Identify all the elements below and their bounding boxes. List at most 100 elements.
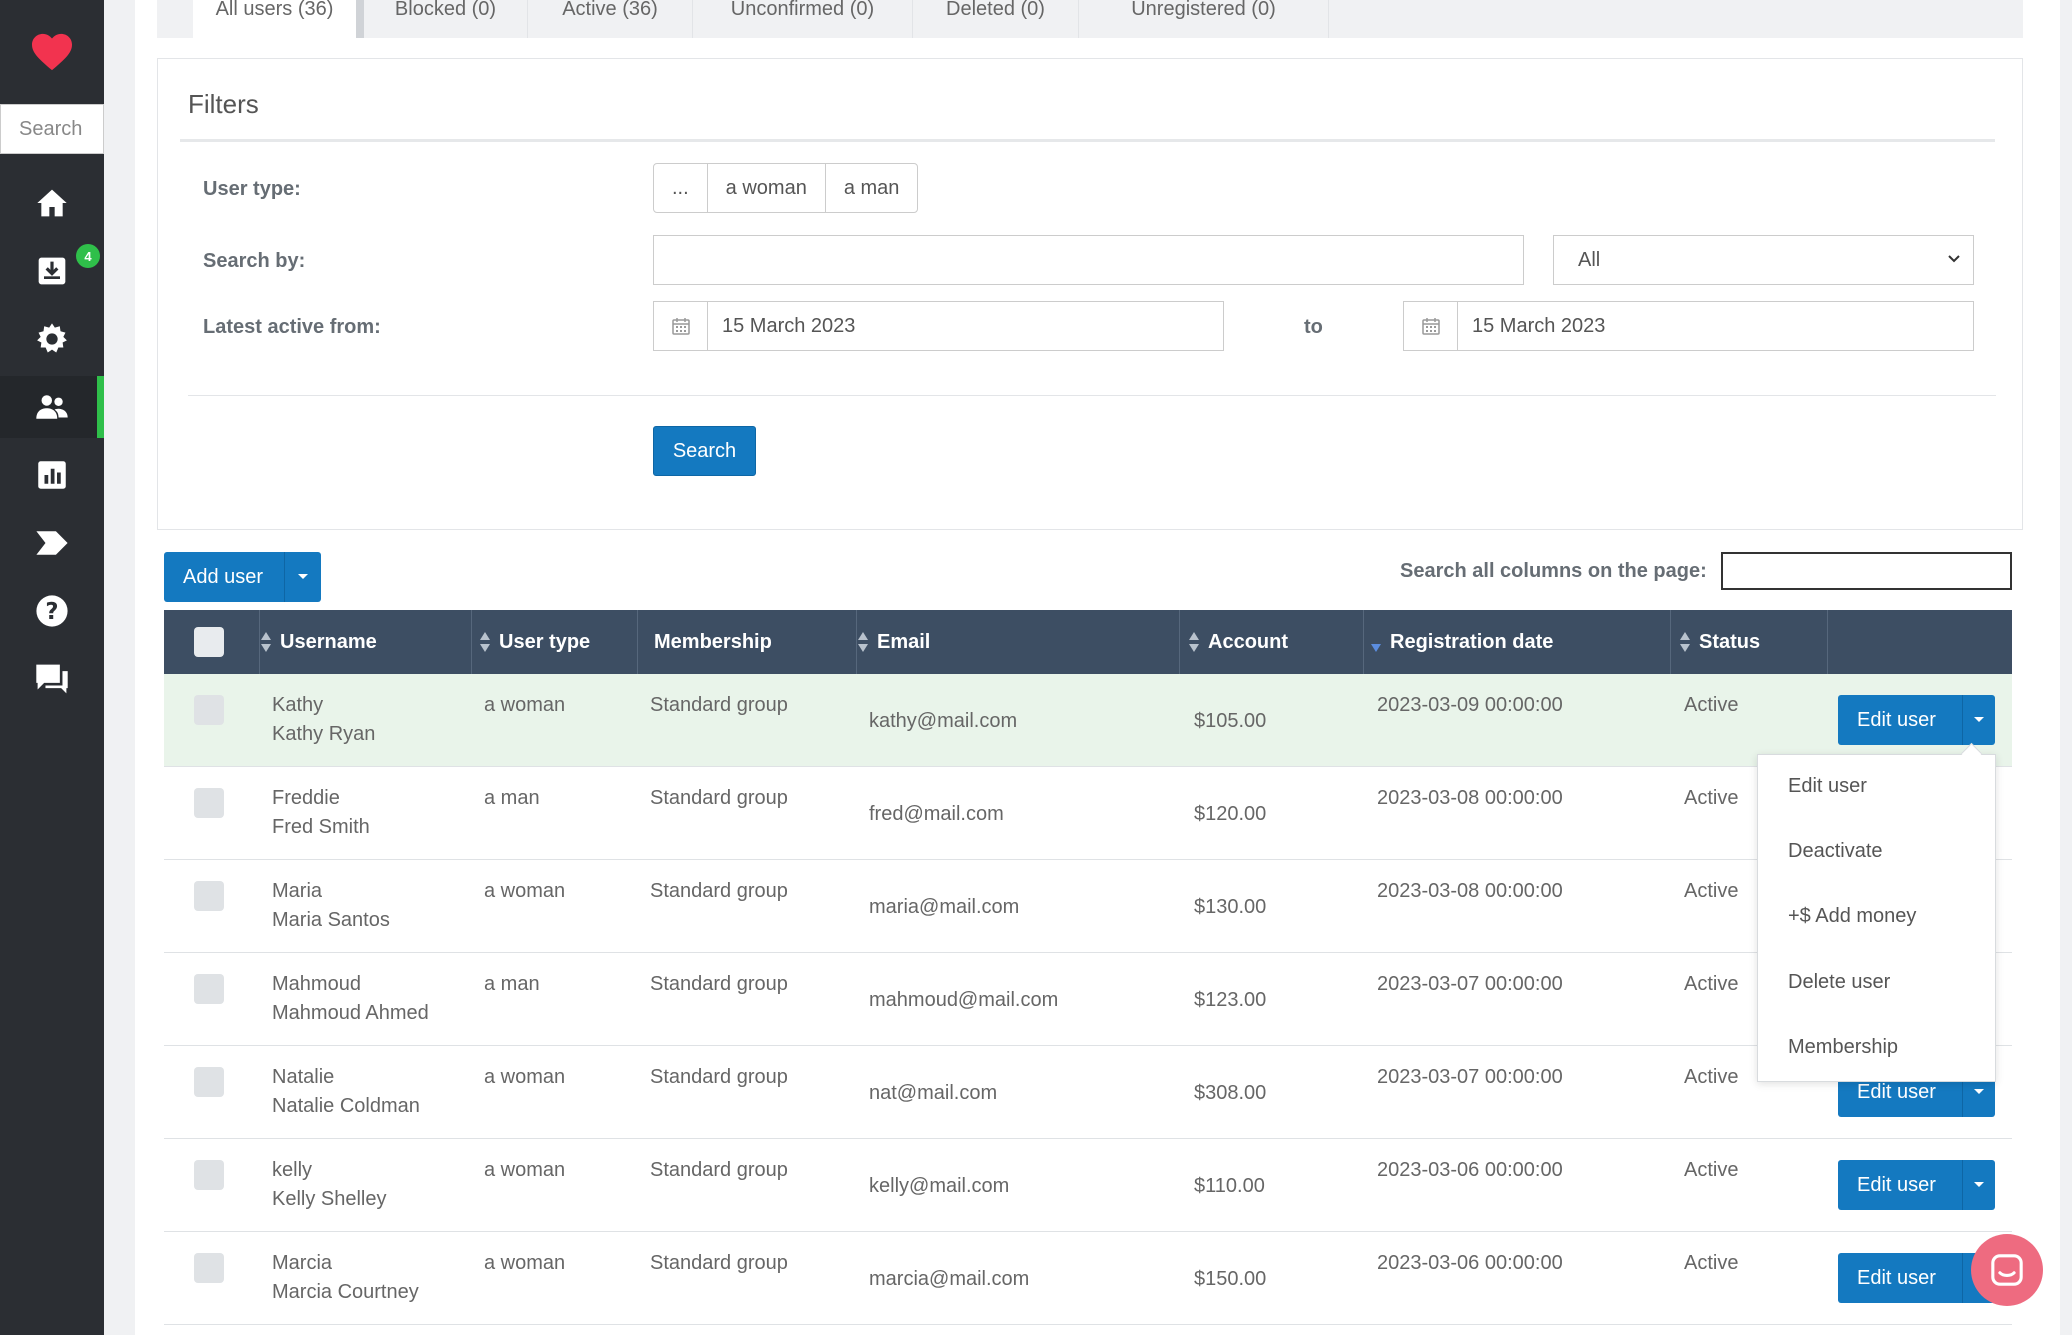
row-checkbox[interactable] (194, 1067, 224, 1097)
row-checkbox[interactable] (194, 695, 224, 725)
username[interactable]: Marcia (272, 1252, 332, 1275)
edit-user-dropdown-toggle[interactable] (1962, 695, 1995, 745)
sidebar-item-tags[interactable] (0, 512, 104, 574)
inbox-download-icon (38, 257, 66, 285)
user-type: a woman (484, 1159, 566, 1181)
account-balance: $105.00 (1194, 710, 1267, 732)
row-checkbox[interactable] (194, 881, 224, 911)
date-to-input[interactable]: 15 March 2023 (1403, 301, 1974, 351)
sidebar-search-input[interactable]: Search (0, 104, 104, 154)
table-row: Mahmoud Mahmoud Ahmed a man Standard gro… (164, 953, 2012, 1046)
username[interactable]: kelly (272, 1159, 312, 1182)
status: Active (1684, 694, 1739, 716)
heart-logo-icon (32, 33, 72, 71)
table-row: Kathy Kathy Ryan a woman Standard group … (164, 674, 2012, 767)
account-balance: $308.00 (1194, 1082, 1267, 1104)
notification-badge: 4 (76, 244, 100, 268)
username[interactable]: Maria (272, 880, 322, 903)
search-button[interactable]: Search (653, 426, 756, 476)
edit-user-dropdown-toggle[interactable] (1962, 1160, 1995, 1210)
sidebar: Search 4 ? (0, 0, 104, 1335)
column-membership: Membership (638, 610, 857, 674)
username[interactable]: Kathy (272, 694, 323, 717)
sidebar-item-home[interactable] (0, 172, 104, 234)
table-row: Maria Maria Santos a woman Standard grou… (164, 860, 2012, 953)
date-from-input[interactable]: 15 March 2023 (653, 301, 1224, 351)
tab-unregistered[interactable]: Unregistered (0) (1079, 0, 1329, 38)
tab-unconfirmed[interactable]: Unconfirmed (0) (693, 0, 913, 38)
select-all-checkbox[interactable] (194, 627, 224, 657)
user-type-man-button[interactable]: a man (826, 164, 918, 212)
menu-item-delete-user[interactable]: Delete user (1788, 971, 1890, 994)
status: Active (1684, 973, 1739, 995)
edit-user-button[interactable]: Edit user (1838, 695, 1995, 745)
username-header: Username (280, 630, 377, 653)
sidebar-item-settings[interactable] (0, 308, 104, 370)
sidebar-item-reports[interactable] (0, 444, 104, 506)
account-header: Account (1208, 630, 1288, 653)
sidebar-item-chat[interactable] (0, 648, 104, 710)
column-user-type[interactable]: User type (472, 610, 638, 674)
tab-blocked[interactable]: Blocked (0) (364, 0, 528, 38)
sidebar-item-users[interactable] (0, 376, 104, 438)
row-checkbox[interactable] (194, 974, 224, 1004)
membership: Standard group (650, 880, 788, 902)
column-status[interactable]: Status (1671, 610, 1828, 674)
status: Active (1684, 787, 1739, 809)
menu-item-add-money[interactable]: +$ Add money (1788, 905, 1916, 928)
filters-panel: Filters User type: ... a woman a man Sea… (157, 58, 2023, 530)
account-balance: $110.00 (1194, 1175, 1265, 1197)
account-balance: $120.00 (1194, 803, 1267, 825)
menu-item-deactivate[interactable]: Deactivate (1788, 840, 1883, 863)
home-icon (37, 189, 67, 217)
column-email[interactable]: Email (857, 610, 1180, 674)
account-balance: $130.00 (1194, 896, 1267, 918)
status: Active (1684, 1159, 1739, 1181)
help-icon: ? (36, 595, 68, 627)
membership: Standard group (650, 694, 788, 716)
status: Active (1684, 1252, 1739, 1274)
row-checkbox[interactable] (194, 1253, 224, 1283)
calendar-icon (1404, 302, 1458, 350)
caret-down-icon (1974, 1089, 1984, 1094)
svg-text:?: ? (45, 599, 58, 625)
tab-deleted[interactable]: Deleted (0) (913, 0, 1079, 38)
row-checkbox[interactable] (194, 1160, 224, 1190)
caret-down-icon (1974, 717, 1984, 722)
logo[interactable] (0, 0, 104, 104)
edit-user-button[interactable]: Edit user (1838, 1160, 1995, 1210)
add-user-button[interactable]: Add user (164, 552, 321, 602)
chat-icon (36, 664, 68, 694)
username[interactable]: Natalie (272, 1066, 334, 1089)
tab-all-users[interactable]: All users (36) (193, 0, 364, 38)
column-username[interactable]: Username (260, 610, 472, 674)
column-registration-date[interactable]: Registration date (1364, 610, 1671, 674)
sidebar-item-help[interactable]: ? (0, 580, 104, 642)
edit-user-label: Edit user (1857, 1266, 1936, 1289)
registration-date: 2023-03-07 00:00:00 (1377, 973, 1563, 995)
username[interactable]: Freddie (272, 787, 340, 810)
edit-user-label: Edit user (1857, 708, 1936, 731)
search-by-select[interactable]: All (1553, 235, 1974, 285)
sort-icon (1189, 632, 1199, 652)
table-row: Freddie Fred Smith a man Standard group … (164, 767, 2012, 860)
support-chat-button[interactable] (1971, 1234, 2043, 1306)
membership: Standard group (650, 787, 788, 809)
account-balance: $150.00 (1194, 1268, 1267, 1290)
edit-user-label: Edit user (1857, 1173, 1936, 1196)
column-account[interactable]: Account (1180, 610, 1364, 674)
tag-arrow-icon (36, 531, 68, 555)
tab-active[interactable]: Active (36) (528, 0, 693, 38)
search-by-input[interactable] (653, 235, 1524, 285)
menu-item-edit-user[interactable]: Edit user (1788, 775, 1867, 798)
row-checkbox[interactable] (194, 788, 224, 818)
sidebar-item-inbox[interactable]: 4 (0, 240, 104, 302)
add-user-dropdown-toggle[interactable] (284, 552, 321, 602)
username[interactable]: Mahmoud (272, 973, 361, 996)
select-all-checkbox-cell (164, 610, 260, 674)
menu-item-membership[interactable]: Membership (1788, 1036, 1898, 1059)
users-icon (36, 395, 68, 419)
user-type-any-button[interactable]: ... (654, 164, 708, 212)
search-all-input[interactable] (1721, 552, 2012, 590)
user-type-woman-button[interactable]: a woman (708, 164, 826, 212)
